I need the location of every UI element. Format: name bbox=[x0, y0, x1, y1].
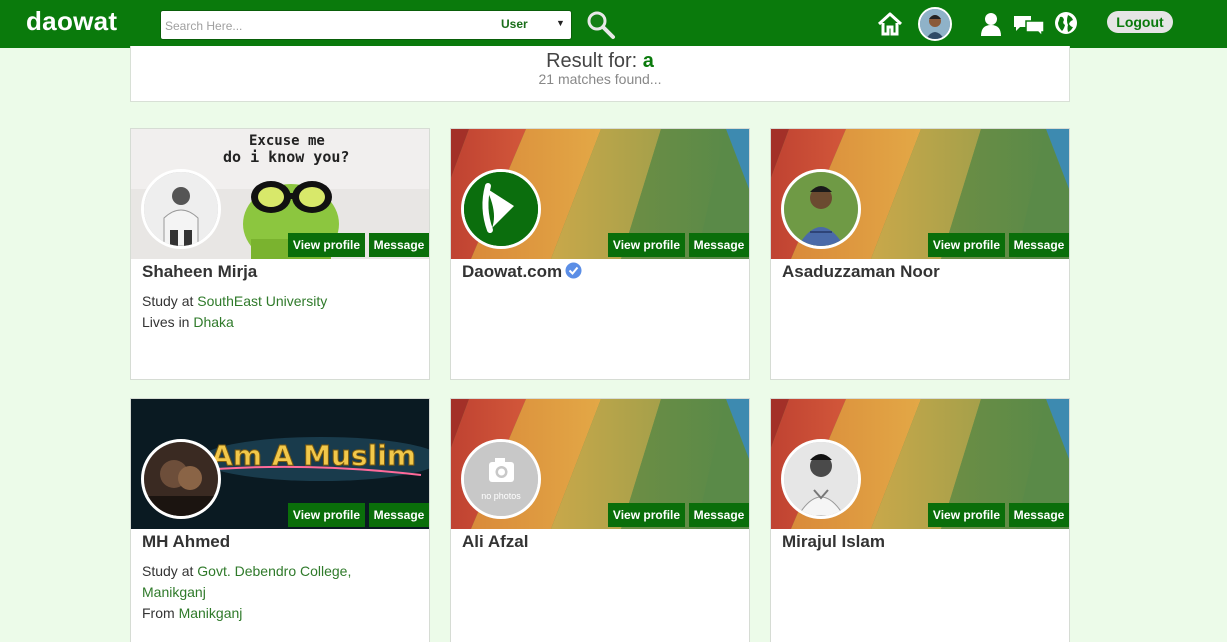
result-count: 21 matches found... bbox=[538, 71, 662, 87]
view-profile-button[interactable]: View profile bbox=[928, 503, 1005, 527]
avatar[interactable] bbox=[918, 7, 952, 41]
search-input[interactable] bbox=[165, 16, 485, 36]
info-label: Study at bbox=[142, 563, 194, 579]
logout-button[interactable]: Logout bbox=[1107, 11, 1173, 33]
city-link[interactable]: Manikganj bbox=[179, 605, 243, 621]
school-link[interactable]: SouthEast University bbox=[197, 293, 327, 309]
message-button[interactable]: Message bbox=[1009, 233, 1069, 257]
profile-name[interactable]: Mirajul Islam bbox=[771, 529, 1069, 557]
cover-photo: Excuse me do i know you? View profile Me… bbox=[131, 129, 429, 259]
info-label: Lives in bbox=[142, 314, 190, 330]
profile-card: View profile Message Asaduzzaman Noor bbox=[770, 128, 1070, 380]
view-profile-button[interactable]: View profile bbox=[608, 503, 685, 527]
profile-card: I Am A Muslim View profile Message MH Ah… bbox=[130, 398, 430, 642]
cover-photo: View profile Message bbox=[771, 129, 1069, 259]
logo[interactable]: daowat bbox=[26, 6, 117, 37]
cover-text: Excuse me bbox=[249, 133, 325, 149]
profile-card: no photos View profile Message Ali Afzal bbox=[450, 398, 750, 642]
cover-photo: no photos View profile Message bbox=[451, 399, 749, 529]
profile-info: Study at SouthEast University Lives in D… bbox=[131, 287, 429, 333]
result-query: a bbox=[642, 50, 654, 72]
cover-photo: I Am A Muslim View profile Message bbox=[131, 399, 429, 529]
message-button[interactable]: Message bbox=[689, 503, 749, 527]
profile-name-text[interactable]: Daowat.com bbox=[462, 262, 562, 281]
message-button[interactable]: Message bbox=[689, 233, 749, 257]
user-icon[interactable] bbox=[979, 12, 1003, 36]
avatar[interactable] bbox=[781, 439, 861, 519]
search-type-select[interactable]: User bbox=[501, 17, 528, 31]
avatar[interactable] bbox=[461, 169, 541, 249]
profile-name[interactable]: Ali Afzal bbox=[451, 529, 749, 557]
search-box: User ▼ bbox=[160, 10, 572, 40]
no-photo-label: no photos bbox=[481, 491, 521, 501]
avatar[interactable] bbox=[141, 169, 221, 249]
view-profile-button[interactable]: View profile bbox=[288, 233, 365, 257]
info-label: From bbox=[142, 605, 175, 621]
profile-info: Study at Govt. Debendro College, Manikga… bbox=[131, 557, 429, 624]
avatar[interactable]: no photos bbox=[461, 439, 541, 519]
result-label: Result for: bbox=[546, 50, 638, 72]
city-link[interactable]: Dhaka bbox=[193, 314, 233, 330]
result-title: Result for: a bbox=[131, 50, 1069, 73]
view-profile-button[interactable]: View profile bbox=[288, 503, 365, 527]
profile-card: Excuse me do i know you? View profile Me… bbox=[130, 128, 430, 380]
message-button[interactable]: Message bbox=[369, 503, 429, 527]
home-icon[interactable] bbox=[877, 11, 903, 37]
top-bar: daowat User ▼ bbox=[0, 0, 1227, 48]
profile-card: View profile Message Daowat.com bbox=[450, 128, 750, 380]
message-button[interactable]: Message bbox=[1009, 503, 1069, 527]
globe-icon[interactable] bbox=[1054, 11, 1078, 35]
profile-name[interactable]: Daowat.com bbox=[451, 259, 749, 287]
cover-photo: View profile Message bbox=[451, 129, 749, 259]
view-profile-button[interactable]: View profile bbox=[928, 233, 1005, 257]
avatar[interactable] bbox=[781, 169, 861, 249]
view-profile-button[interactable]: View profile bbox=[608, 233, 685, 257]
cover-text: do i know you? bbox=[223, 148, 349, 166]
cover-photo: View profile Message bbox=[771, 399, 1069, 529]
profile-name[interactable]: Shaheen Mirja bbox=[131, 259, 429, 287]
message-button[interactable]: Message bbox=[369, 233, 429, 257]
chevron-down-icon[interactable]: ▼ bbox=[556, 18, 565, 28]
profile-name[interactable]: Asaduzzaman Noor bbox=[771, 259, 1069, 287]
profile-card: View profile Message Mirajul Islam bbox=[770, 398, 1070, 642]
verified-icon bbox=[565, 262, 582, 284]
avatar[interactable] bbox=[141, 439, 221, 519]
messages-icon[interactable] bbox=[1012, 13, 1046, 38]
search-icon[interactable] bbox=[586, 10, 616, 40]
info-label: Study at bbox=[142, 293, 194, 309]
profile-name[interactable]: MH Ahmed bbox=[131, 529, 429, 557]
result-summary: Result for: a 21 matches found... bbox=[130, 46, 1070, 102]
